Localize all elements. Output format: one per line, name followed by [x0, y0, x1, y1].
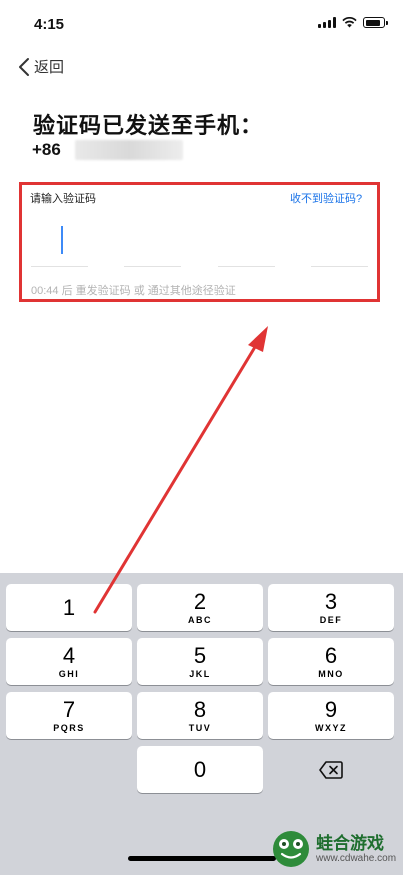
delete-key[interactable]	[268, 746, 394, 793]
text-cursor	[61, 226, 63, 254]
key-digit: 6	[324, 643, 338, 668]
key-digit: 4	[62, 643, 76, 668]
key-digit: 2	[193, 589, 207, 614]
key-letters: MNO	[318, 669, 344, 679]
key-8[interactable]: 8 TUV	[137, 692, 263, 739]
key-6[interactable]: 6 MNO	[268, 638, 394, 685]
key-4[interactable]: 4 GHI	[6, 638, 132, 685]
phone-prefix: +86	[32, 140, 61, 159]
backspace-icon	[319, 760, 343, 779]
key-letters: WXYZ	[315, 723, 347, 733]
battery-icon	[363, 17, 388, 28]
key-2[interactable]: 2 ABC	[137, 584, 263, 631]
back-label: 返回	[34, 59, 65, 76]
cellular-signal-icon	[318, 17, 336, 28]
key-0[interactable]: 0	[137, 746, 263, 793]
key-letters: TUV	[188, 723, 212, 733]
key-9[interactable]: 9 WXYZ	[268, 692, 394, 739]
frog-logo-icon	[273, 831, 309, 867]
code-digit-slot[interactable]	[124, 266, 181, 267]
key-7[interactable]: 7 PQRS	[6, 692, 132, 739]
resend-code-hint: 00:44 后 重发验证码 或 通过其他途径验证	[31, 285, 236, 297]
watermark-url: www.cdwahe.com	[316, 852, 397, 864]
watermark-name: 蛙合游戏	[316, 833, 384, 853]
phone-number: +86	[32, 140, 183, 160]
key-5[interactable]: 5 JKL	[137, 638, 263, 685]
wifi-icon	[342, 17, 357, 28]
key-letters: PQRS	[53, 723, 85, 733]
code-digit-slot[interactable]	[218, 266, 275, 267]
home-indicator	[128, 856, 276, 861]
key-letters: JKL	[189, 669, 211, 679]
key-digit: 8	[193, 697, 207, 722]
cannot-receive-code-link[interactable]: 收不到验证码?	[290, 190, 362, 206]
key-3[interactable]: 3 DEF	[268, 584, 394, 631]
watermark: 蛙合游戏 www.cdwahe.com	[272, 830, 396, 868]
phone-number-redacted	[74, 140, 183, 160]
key-digit: 5	[193, 643, 207, 668]
key-digit: 0	[193, 757, 207, 782]
code-prompt-label: 请输入验证码	[30, 193, 96, 205]
key-letters: GHI	[58, 669, 80, 679]
back-button[interactable]: 返回	[18, 56, 64, 77]
key-digit: 9	[324, 697, 338, 722]
page-title: 验证码已发送至手机：	[33, 113, 264, 138]
key-digit: 7	[62, 697, 76, 722]
status-icons	[318, 17, 388, 28]
key-letters: DEF	[319, 615, 343, 625]
key-digit: 3	[324, 589, 338, 614]
key-1[interactable]: 1	[6, 584, 132, 631]
key-letters: ABC	[188, 615, 212, 625]
key-digit: 1	[62, 595, 76, 620]
chevron-left-icon	[19, 57, 29, 76]
status-time: 4:15	[34, 16, 65, 33]
code-digit-slot[interactable]	[311, 266, 368, 267]
code-digit-slot[interactable]	[31, 266, 88, 267]
